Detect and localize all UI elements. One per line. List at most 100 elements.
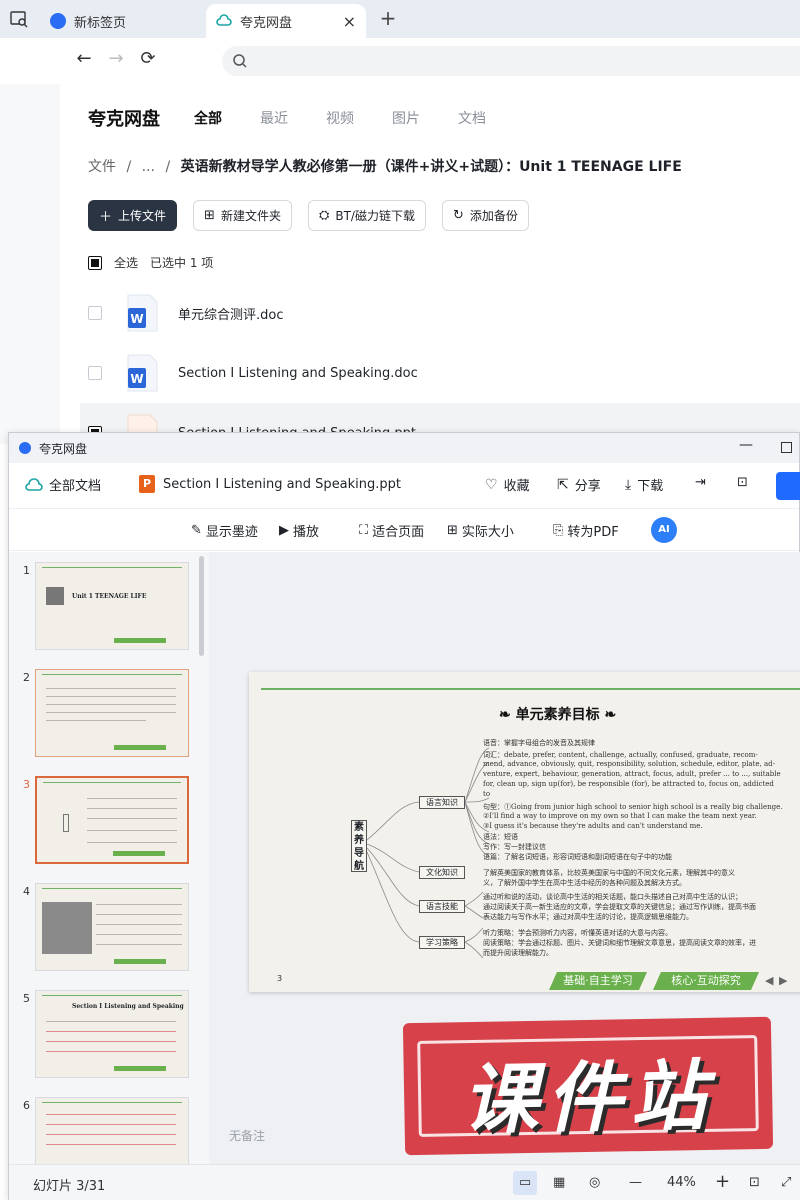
new-folder-label: 新建文件夹 xyxy=(220,209,281,223)
browser-logo-icon xyxy=(50,13,66,29)
slide-text: 语音：掌握字母组合的发音及其规律 xyxy=(483,739,595,747)
back-icon[interactable]: ← xyxy=(72,48,96,72)
selection-row: 全选 已选中 1 项 xyxy=(88,254,213,271)
actual-size-button[interactable]: ⊞ 实际大小 xyxy=(447,521,514,540)
slide-thumbnail[interactable]: Section Ⅰ Listening and Speaking xyxy=(35,990,189,1078)
maximize-icon[interactable] xyxy=(781,442,792,453)
zoom-in-button[interactable]: + xyxy=(715,1171,730,1192)
pan-sidebar xyxy=(0,84,60,444)
thumb-image xyxy=(46,587,64,605)
nav-image[interactable]: 图片 xyxy=(392,108,420,128)
all-docs-label: 全部文档 xyxy=(49,479,102,494)
slide-thumbnail[interactable] xyxy=(35,669,189,757)
forward-icon[interactable]: → xyxy=(104,48,128,72)
download-icon: ⤓ xyxy=(625,476,632,493)
favorite-button[interactable]: ♡ 收藏 xyxy=(485,475,530,495)
edit-icon[interactable] xyxy=(776,472,800,500)
viewer-titlebar: 夸克网盘 — xyxy=(9,433,799,463)
slide-text: 语篇：了解名词短语，形容词短语和副词短语在句子中的功能 xyxy=(483,853,672,861)
slide-thumbnail[interactable] xyxy=(35,883,189,971)
feedback-icon[interactable]: ⊡ xyxy=(737,475,748,490)
reload-icon[interactable]: ⟳ xyxy=(136,48,160,72)
tab-new-tab[interactable]: 新标签页 xyxy=(40,4,205,38)
file-row[interactable]: W 单元综合测评.doc xyxy=(80,283,800,343)
download-button[interactable]: ⤓ 下载 xyxy=(625,475,663,495)
select-all-checkbox[interactable] xyxy=(88,255,102,270)
breadcrumb-root[interactable]: 文件 xyxy=(88,159,116,175)
slide-text: 义，了解外国中学生在高中生活中经历的各种问题及其解决方式。 xyxy=(483,879,686,887)
all-docs-button[interactable]: 全部文档 xyxy=(25,475,101,494)
basic-study-button[interactable]: 基础·自主学习 xyxy=(549,972,647,990)
slide-text: 写作：写一封建议信 xyxy=(483,843,546,851)
select-all-label[interactable]: 全选 xyxy=(114,254,138,271)
favorite-label: 收藏 xyxy=(503,479,530,494)
globe-icon[interactable]: ◎ xyxy=(589,1175,600,1190)
slide-thumbnail-selected[interactable] xyxy=(35,776,189,864)
current-file: P Section Ⅰ Listening and Speaking.ppt xyxy=(139,475,401,493)
next-slide-icon[interactable]: ▶ xyxy=(779,974,787,987)
nav-video[interactable]: 视频 xyxy=(326,108,354,128)
svg-text:W: W xyxy=(130,372,143,386)
fit-page-icon: ⛶ xyxy=(359,523,369,538)
bt-download-label: BT/磁力链下载 xyxy=(335,209,415,223)
prev-slide-icon[interactable]: ◀ xyxy=(765,974,773,987)
play-button[interactable]: ▶ 播放 xyxy=(279,521,319,540)
slide-text: for, clean up, sign up(for), be responsi… xyxy=(483,780,774,788)
share-icon: ⇱ xyxy=(557,476,569,493)
fullscreen-icon[interactable]: ⤢ xyxy=(781,1175,791,1190)
thumbnail-scrollbar[interactable] xyxy=(199,556,204,656)
zoom-level: 44% xyxy=(667,1175,696,1190)
core-explore-button[interactable]: 核心·互动探究 xyxy=(653,972,759,990)
to-pdf-button[interactable]: ⎘ 转为PDF xyxy=(553,521,619,540)
file-name[interactable]: Section Ⅰ Listening and Speaking.doc xyxy=(178,366,418,381)
nav-recent[interactable]: 最近 xyxy=(260,108,288,128)
thumb-number: 3 xyxy=(23,778,30,791)
bt-icon: ⛭ xyxy=(318,208,330,223)
add-backup-button[interactable]: ↻ 添加备份 xyxy=(441,200,529,231)
breadcrumb-ellipsis[interactable]: ... xyxy=(142,159,155,175)
nav-docs[interactable]: 文档 xyxy=(458,108,486,128)
address-bar[interactable] xyxy=(222,46,800,76)
nav-all[interactable]: 全部 xyxy=(194,108,222,128)
slide-text: 词汇：debate, prefer, content, challenge, a… xyxy=(483,751,758,759)
upload-label: 上传文件 xyxy=(118,209,167,223)
quark-logo-icon xyxy=(19,442,31,454)
slide-thumbnail[interactable]: Unit 1 TEENAGE LIFE xyxy=(35,562,189,650)
viewer-toolbar: 全部文档 P Section Ⅰ Listening and Speaking.… xyxy=(9,463,800,509)
show-ink-button[interactable]: ✎ 显示墨迹 xyxy=(191,521,258,540)
mindmap-branch: 语言技能 xyxy=(419,900,465,913)
watermark-text: 课件站 xyxy=(461,1050,715,1145)
file-checkbox[interactable] xyxy=(88,366,102,380)
to-pdf-label: 转为PDF xyxy=(567,525,619,540)
slide-thumbnail[interactable] xyxy=(35,1097,189,1164)
svg-text:W: W xyxy=(130,312,143,326)
slide-notes[interactable]: 无备注 xyxy=(229,1127,265,1144)
tab-quark-pan[interactable]: 夸克网盘 × xyxy=(206,4,366,38)
fit-page-label: 适合页面 xyxy=(372,525,425,540)
share-button[interactable]: ⇱ 分享 xyxy=(557,475,601,495)
bt-download-button[interactable]: ⛭ BT/磁力链下载 xyxy=(307,200,426,231)
file-checkbox[interactable] xyxy=(88,306,102,320)
ink-icon: ✎ xyxy=(191,523,202,538)
grid-view-icon[interactable]: ▦ xyxy=(553,1175,565,1190)
file-name[interactable]: 单元综合测评.doc xyxy=(178,304,284,323)
plus-icon: ＋ xyxy=(99,210,113,225)
cloud-icon xyxy=(216,14,232,26)
ai-assistant-button[interactable]: AI xyxy=(651,517,677,543)
normal-view-icon[interactable]: ▭ xyxy=(513,1171,537,1195)
selected-count: 已选中 1 项 xyxy=(150,256,214,270)
new-tab-button[interactable]: + xyxy=(376,6,400,30)
file-row[interactable]: W Section Ⅰ Listening and Speaking.doc xyxy=(80,343,800,403)
fit-icon[interactable]: ⊡ xyxy=(749,1175,760,1190)
slide-text: to xyxy=(483,790,491,798)
new-folder-button[interactable]: ⊞ 新建文件夹 xyxy=(193,200,292,231)
fit-page-button[interactable]: ⛶ 适合页面 xyxy=(359,521,424,540)
export-icon[interactable]: ⇥ xyxy=(695,475,706,490)
zoom-out-button[interactable]: — xyxy=(629,1175,642,1190)
minimize-icon[interactable]: — xyxy=(739,437,753,453)
tab-search-icon[interactable] xyxy=(8,8,30,30)
close-tab-icon[interactable]: × xyxy=(343,12,356,31)
upload-button[interactable]: ＋ 上传文件 xyxy=(88,200,178,231)
viewer-title: 夸克网盘 xyxy=(39,441,88,456)
current-slide[interactable]: ❧ 单元素养目标 ❧ 素 养 导 航 语言知识 文化知识 语言技能 学习策略 语… xyxy=(249,672,800,992)
